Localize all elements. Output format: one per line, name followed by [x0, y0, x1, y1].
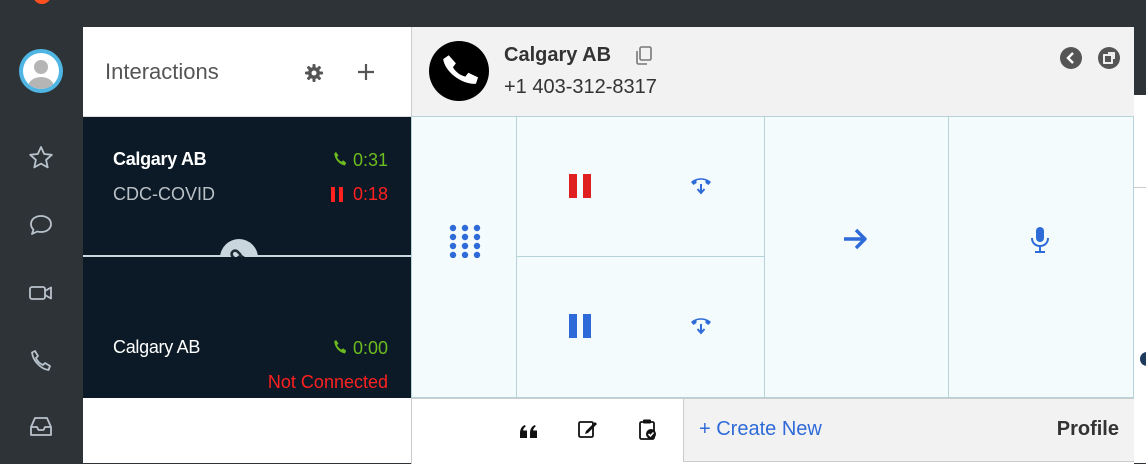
arrow-right-icon [844, 228, 867, 250]
edge-divider [1134, 187, 1146, 188]
hold-icon [330, 187, 343, 202]
top-bar [0, 0, 1146, 27]
call-contact-name: Calgary AB [504, 44, 612, 66]
right-edge-panel [1134, 27, 1146, 463]
phone-icon[interactable] [27, 347, 55, 375]
gear-icon[interactable] [303, 62, 325, 84]
quote-icon[interactable] [519, 424, 539, 440]
call-header: Calgary AB +1 403-312-8317 [411, 27, 1135, 116]
dialpad-button[interactable] [411, 116, 517, 398]
call-2-controls [516, 256, 765, 398]
toolbar-actions [411, 399, 684, 464]
copy-icon[interactable] [633, 44, 655, 66]
chevron-left-icon[interactable] [1060, 47, 1082, 69]
interactions-panel: Interactions Calgary AB CDC-COVID 0:31 0… [83, 27, 411, 463]
phone-icon [334, 152, 347, 166]
connection-status: Not Connected [267, 372, 388, 392]
phone-icon [443, 55, 479, 84]
phone-icon [334, 340, 347, 354]
add-interaction-icon[interactable] [355, 61, 377, 83]
call-toolbar: + Create New Profile [411, 398, 1135, 464]
edit-note-icon[interactable] [577, 418, 599, 440]
interactions-footer [83, 398, 411, 463]
app-logo [33, 0, 51, 4]
call-panel: Calgary AB +1 403-312-8317 + Create New … [411, 27, 1135, 464]
edge-bar [1134, 27, 1146, 95]
interaction-card[interactable]: Calgary AB CDC-COVID 0:31 0:18 [83, 117, 411, 255]
call-1-controls [516, 116, 765, 257]
transfer-icon[interactable] [689, 174, 713, 196]
transfer-icon[interactable] [689, 314, 713, 336]
popout-icon[interactable] [1098, 47, 1120, 69]
hold-icon[interactable] [568, 174, 592, 198]
hold-timer: 0:18 [329, 184, 388, 205]
interactions-header: Interactions [83, 27, 411, 117]
call-phone-number: +1 403-312-8317 [504, 76, 657, 98]
video-icon[interactable] [27, 279, 55, 307]
mute-button[interactable] [948, 116, 1134, 398]
call-avatar [429, 41, 489, 101]
edge-avatar[interactable] [1140, 352, 1146, 366]
interactions-title: Interactions [105, 59, 219, 84]
caller-name: Calgary AB [113, 337, 201, 357]
queue-name: CDC-COVID [113, 184, 215, 204]
talk-timer: 0:00 [333, 338, 388, 359]
talk-timer: 0:31 [333, 150, 388, 171]
star-icon[interactable] [27, 144, 55, 172]
create-new-link[interactable]: + Create New [699, 418, 822, 441]
dialpad-icon [449, 224, 481, 258]
hold-icon[interactable] [568, 314, 592, 338]
microphone-icon [1031, 227, 1049, 253]
call-controls [411, 116, 1134, 398]
inbox-icon[interactable] [27, 413, 55, 441]
chat-icon[interactable] [27, 211, 55, 239]
clipboard-check-icon[interactable] [638, 418, 658, 442]
profile-tab[interactable]: Profile [1057, 418, 1119, 441]
avatar[interactable] [19, 49, 63, 93]
interaction-card[interactable]: Calgary AB 0:00 Not Connected [83, 257, 411, 398]
crm-bar: + Create New Profile [683, 399, 1135, 462]
sidebar [0, 27, 83, 463]
caller-name: Calgary AB [113, 149, 207, 169]
forward-button[interactable] [764, 116, 949, 398]
